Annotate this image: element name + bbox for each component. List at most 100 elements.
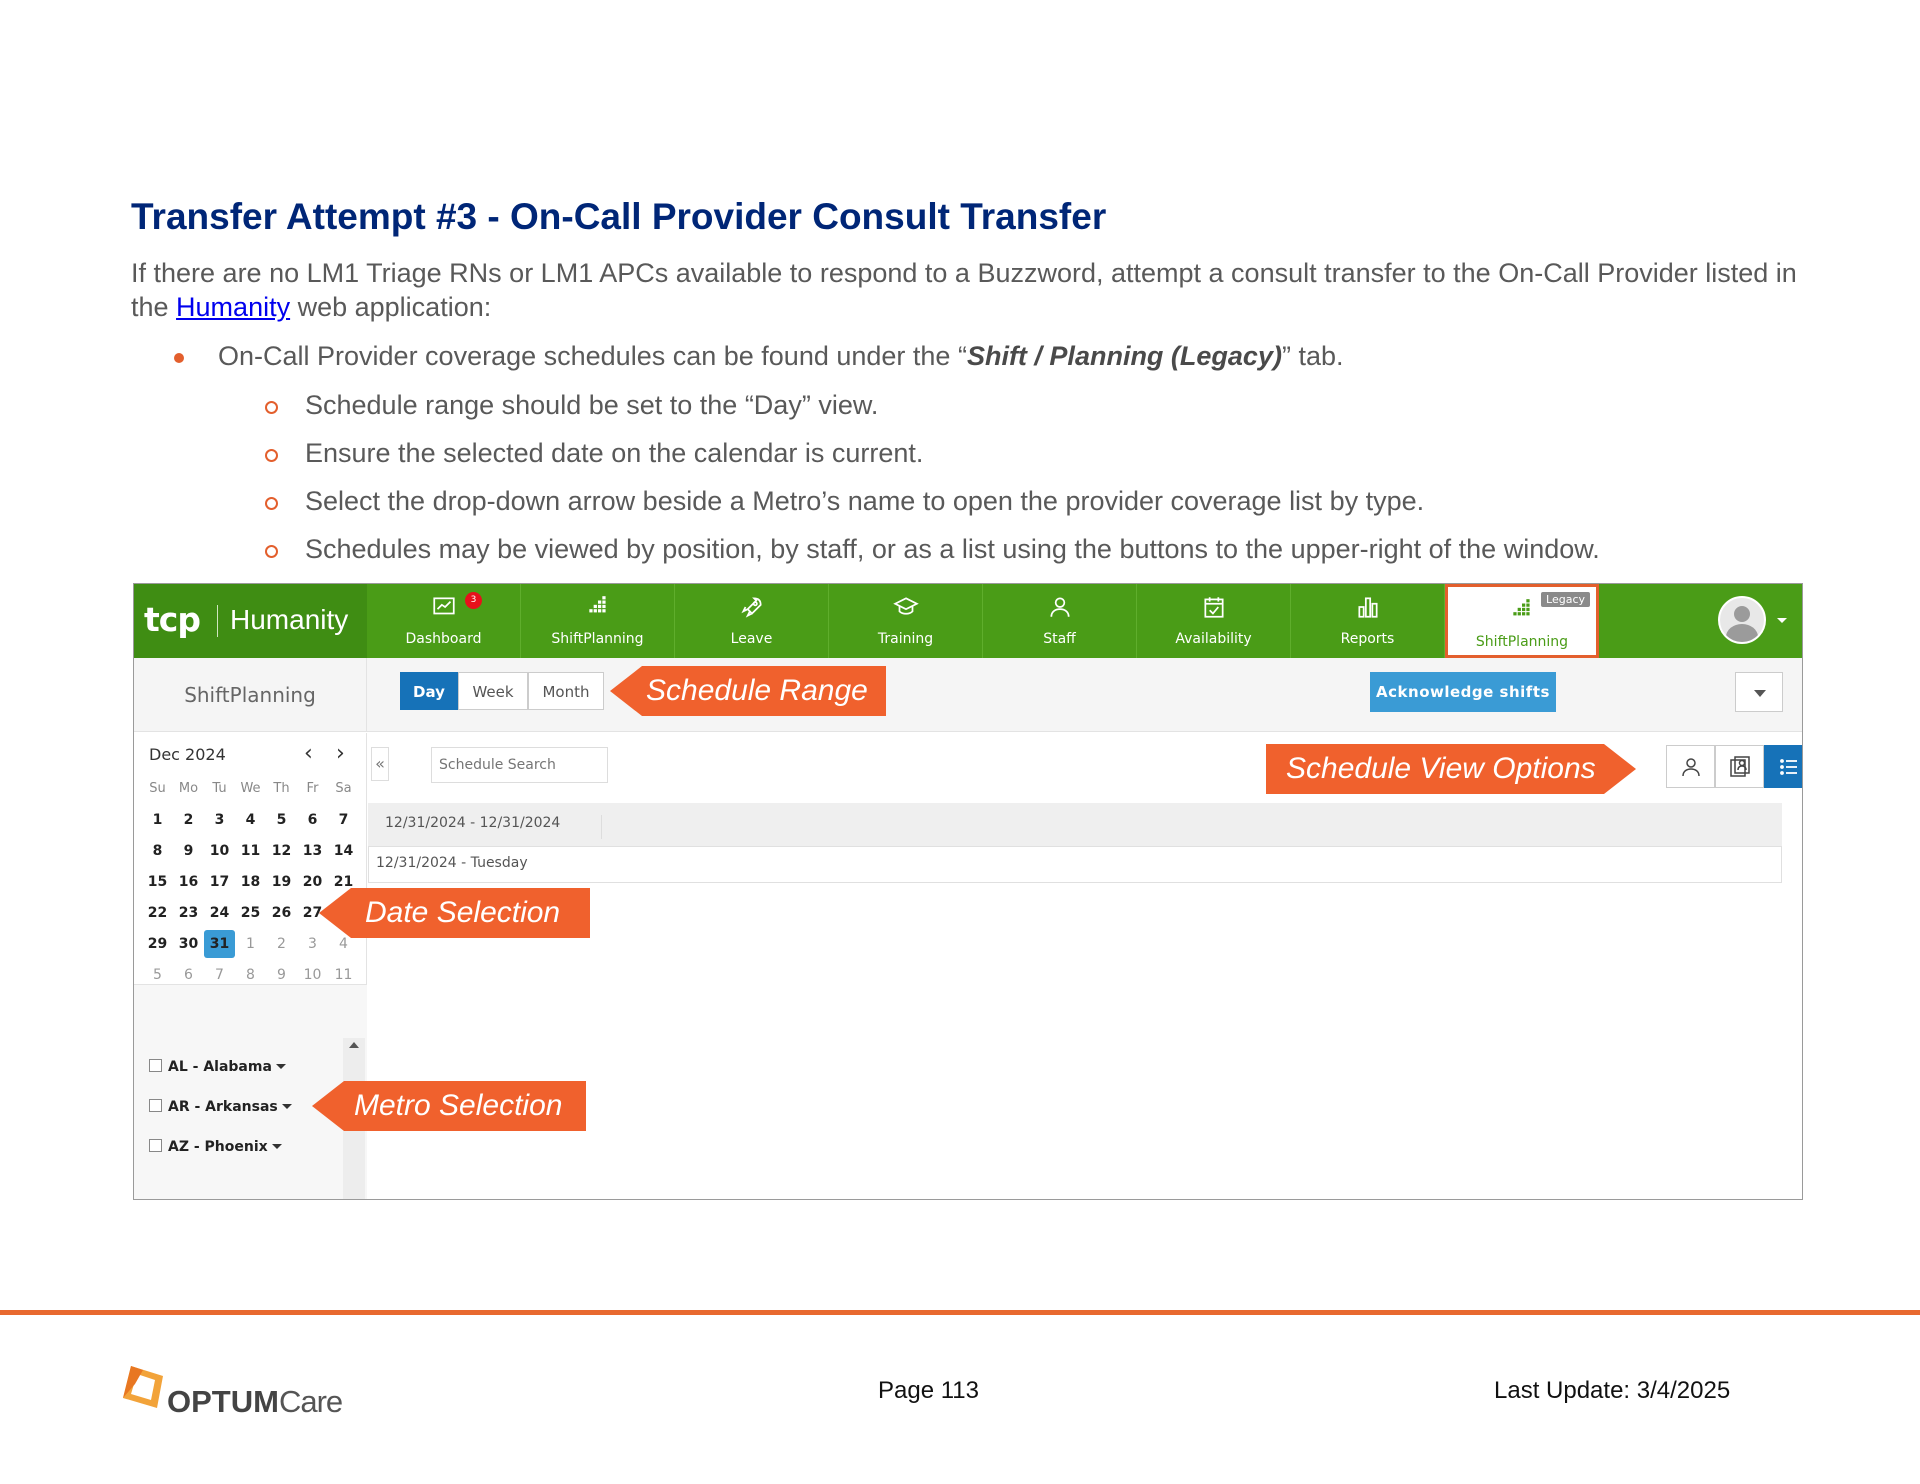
nav-leave[interactable]: Leave: [675, 584, 829, 658]
metro-item[interactable]: AZ - Phoenix: [149, 1139, 282, 1155]
nav-staff[interactable]: Staff: [983, 584, 1137, 658]
calendar-day[interactable]: 10: [297, 967, 328, 983]
nav-shiftplanning[interactable]: ShiftPlanning: [521, 584, 675, 658]
collapse-sidebar-button[interactable]: «: [371, 747, 389, 781]
range-month-button[interactable]: Month: [528, 672, 604, 710]
calendar-day[interactable]: 25: [235, 905, 266, 921]
calendar-day[interactable]: 22: [142, 905, 173, 921]
bullet-text-end: ” tab.: [1281, 341, 1344, 371]
weekday-label: Fr: [306, 781, 319, 796]
calendar-day[interactable]: 9: [266, 967, 297, 983]
acknowledge-shifts-button[interactable]: Acknowledge shifts: [1370, 672, 1556, 712]
chevron-right-icon[interactable]: ›: [336, 741, 345, 766]
toolbar: ShiftPlanning Day Week Month Acknowledge…: [134, 658, 1802, 732]
nav-label: Training: [877, 631, 934, 647]
metro-label: AL - Alabama: [168, 1059, 272, 1075]
nav-label: Leave: [730, 631, 773, 647]
section-title: ShiftPlanning: [134, 658, 367, 732]
calendar-day[interactable]: 11: [235, 843, 266, 859]
chevron-down-icon[interactable]: [1777, 618, 1787, 623]
circle-bullet-icon: [265, 449, 278, 462]
calendar-month: Dec 2024: [149, 745, 226, 764]
calendar-day[interactable]: 5: [142, 967, 173, 983]
weekday-label: Sa: [335, 781, 352, 796]
humanity-link[interactable]: Humanity: [176, 292, 290, 322]
nav-reports[interactable]: Reports: [1291, 584, 1445, 658]
metro-checkbox[interactable]: [149, 1059, 162, 1072]
nav-shiftplanning-legacy[interactable]: Legacy ShiftPlanning: [1445, 584, 1599, 658]
toolbar-dropdown-button[interactable]: [1735, 672, 1783, 712]
calendar-day[interactable]: 29: [142, 936, 173, 952]
calendar-grid: Su Mo Tu We Th Fr Sa 1 2 3 4 5 6 7 8 9 1…: [142, 773, 359, 990]
callout-schedule-view-options: Schedule View Options: [1266, 744, 1636, 794]
footer-divider: [0, 1310, 1920, 1315]
calendar-day[interactable]: 8: [142, 843, 173, 859]
calendar-day[interactable]: 17: [204, 874, 235, 890]
calendar-day[interactable]: 10: [204, 843, 235, 859]
chevron-down-icon[interactable]: [281, 1104, 292, 1109]
calendar-day[interactable]: 24: [204, 905, 235, 921]
calendar-day-selected[interactable]: 31: [204, 929, 235, 958]
metro-checkbox[interactable]: [149, 1099, 162, 1112]
range-week-button[interactable]: Week: [458, 672, 528, 710]
calendar-day[interactable]: 7: [204, 967, 235, 983]
calendar-day[interactable]: 15: [142, 874, 173, 890]
view-list-button[interactable]: [1764, 745, 1802, 788]
calendar-day[interactable]: 14: [328, 843, 359, 859]
chevron-down-icon[interactable]: [271, 1144, 282, 1149]
logo-text-care: Care: [278, 1384, 343, 1419]
calendar-day[interactable]: 3: [204, 812, 235, 828]
date-range-header: 12/31/2024 - 12/31/2024: [368, 803, 1782, 847]
calendar-day[interactable]: 23: [173, 905, 204, 921]
chevron-left-icon[interactable]: ‹: [304, 741, 313, 766]
sub-bullet-text: Ensure the selected date on the calendar…: [305, 438, 924, 468]
nav-availability[interactable]: Availability: [1137, 584, 1291, 658]
calendar-day[interactable]: 1: [235, 936, 266, 952]
calendar-day[interactable]: 2: [173, 812, 204, 828]
calendar-week: 1 2 3 4 5 6 7: [142, 804, 359, 835]
calendar-day[interactable]: 5: [266, 812, 297, 828]
calendar-day[interactable]: 18: [235, 874, 266, 890]
bar-chart-icon: [1291, 594, 1444, 620]
view-by-position-button[interactable]: [1666, 745, 1715, 788]
rocket-icon: [675, 594, 828, 620]
optum-logo-icon: [123, 1366, 163, 1408]
metro-checkbox[interactable]: [149, 1139, 162, 1152]
calendar-day[interactable]: 30: [173, 936, 204, 952]
metro-item[interactable]: AL - Alabama: [149, 1059, 286, 1075]
nav-dashboard[interactable]: 3 Dashboard: [367, 584, 521, 658]
range-day-button[interactable]: Day: [400, 672, 458, 710]
person-icon: [983, 594, 1136, 620]
metro-item[interactable]: AR - Arkansas: [149, 1099, 292, 1115]
calendar-day[interactable]: 1: [142, 812, 173, 828]
calendar-day[interactable]: 6: [173, 967, 204, 983]
sub-bullet: Ensure the selected date on the calendar…: [265, 438, 924, 469]
weekday-label: Mo: [178, 781, 199, 796]
circle-bullet-icon: [265, 497, 278, 510]
callout-schedule-range: Schedule Range: [610, 666, 886, 716]
chevron-down-icon[interactable]: [275, 1064, 286, 1069]
calendar-day[interactable]: 26: [266, 905, 297, 921]
top-navigation: tcp Humanity 3 Dashboard ShiftPlanning L…: [134, 584, 1802, 658]
sub-bullet-text: Select the drop-down arrow beside a Metr…: [305, 486, 1425, 516]
calendar-day[interactable]: 8: [235, 967, 266, 983]
tcp-logo: tcp: [144, 600, 201, 639]
nav-training[interactable]: Training: [829, 584, 983, 658]
calendar-day[interactable]: 6: [297, 812, 328, 828]
avatar[interactable]: [1718, 596, 1766, 644]
calendar-day[interactable]: 12: [266, 843, 297, 859]
nav-label: Reports: [1340, 631, 1395, 647]
calendar-day[interactable]: 7: [328, 812, 359, 828]
calendar-day[interactable]: 13: [297, 843, 328, 859]
schedule-search-input[interactable]: [431, 747, 608, 783]
calendar-day[interactable]: 11: [328, 967, 359, 983]
calendar-day[interactable]: 19: [266, 874, 297, 890]
calendar-day[interactable]: 2: [266, 936, 297, 952]
shiftplanning-grid-icon: [521, 594, 674, 620]
brand-logo[interactable]: tcp Humanity: [134, 584, 367, 658]
view-by-staff-button[interactable]: [1715, 745, 1764, 788]
sub-bullet-text: Schedules may be viewed by position, by …: [305, 534, 1600, 564]
calendar-day[interactable]: 4: [235, 812, 266, 828]
calendar-day[interactable]: 16: [173, 874, 204, 890]
calendar-day[interactable]: 9: [173, 843, 204, 859]
